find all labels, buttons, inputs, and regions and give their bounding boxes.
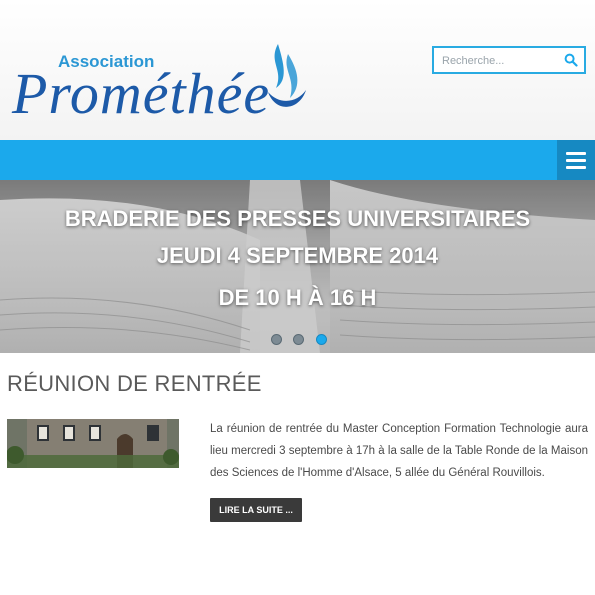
site-logo[interactable]: Association Prométhée xyxy=(6,38,311,130)
slide-line-2: JEUDI 4 SEPTEMBRE 2014 xyxy=(156,243,439,268)
article-thumbnail-building[interactable] xyxy=(7,419,179,468)
search-icon[interactable] xyxy=(564,53,578,67)
slide-line-1: BRADERIE DES PRESSES UNIVERSITAIRES xyxy=(64,206,531,231)
search-input[interactable] xyxy=(440,51,562,71)
hero-slider[interactable]: BRADERIE DES PRESSES UNIVERSITAIRES JEUD… xyxy=(0,180,595,353)
site-header: Association Prométhée xyxy=(0,0,595,140)
article-excerpt: La réunion de rentrée du Master Concepti… xyxy=(210,423,588,479)
read-more-button[interactable]: LIRE LA SUITE ... xyxy=(210,498,302,522)
slider-dot-1[interactable] xyxy=(271,334,282,345)
article-title[interactable]: RÉUNION DE RENTRÉE xyxy=(7,371,262,397)
search-box xyxy=(432,46,586,74)
slide-line-3: DE 10 H À 16 H xyxy=(218,285,377,310)
slider-dot-3[interactable] xyxy=(315,334,327,345)
flame-icon xyxy=(268,44,306,107)
main-nav-bar xyxy=(0,140,595,180)
slider-pagination xyxy=(271,332,334,345)
slider-dot-2[interactable] xyxy=(293,334,305,345)
hamburger-menu-icon[interactable] xyxy=(557,140,595,180)
logo-promethee-text: Prométhée xyxy=(12,61,271,126)
